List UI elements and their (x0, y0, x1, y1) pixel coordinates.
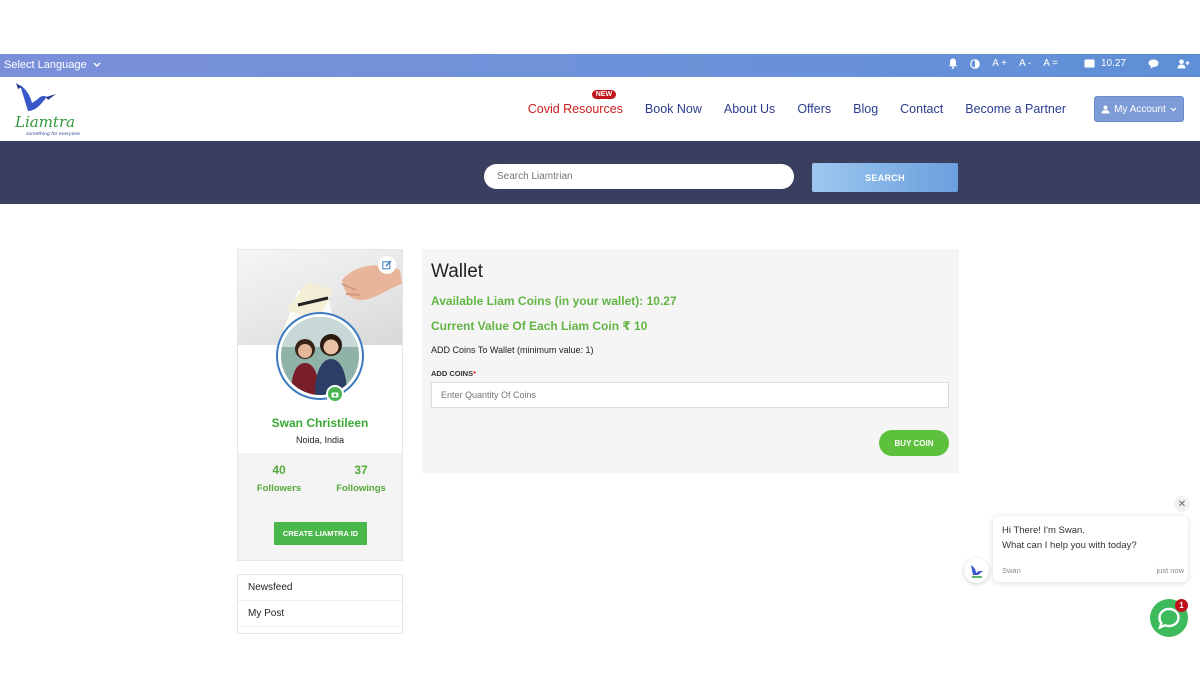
nav-blog[interactable]: Blog (853, 102, 878, 116)
my-account-button[interactable]: My Account (1094, 96, 1184, 122)
profile-card: Swan Christileen Noida, India 40 Followe… (237, 249, 403, 561)
liamtra-logo[interactable]: Liamtra something for everyone (12, 81, 82, 139)
followers-count: 40 (272, 463, 286, 477)
avatar[interactable] (278, 314, 362, 398)
edit-cover-button[interactable] (378, 256, 396, 274)
chat-message-line1: Hi There! I'm Swan. (1002, 525, 1085, 536)
nav-offers[interactable]: Offers (797, 102, 831, 116)
chevron-down-icon (93, 62, 101, 67)
page: Select Language A + A - A = 10.27 Liamtr… (0, 0, 1200, 685)
chat-time: just now (1156, 566, 1184, 575)
my-account-label: My Account (1114, 103, 1166, 115)
language-selector[interactable]: Select Language (4, 59, 101, 71)
followings-label: Followings (336, 483, 386, 494)
logo-tagline: something for everyone (26, 131, 80, 137)
buy-coin-button[interactable]: BUY COIN (879, 430, 949, 456)
user-icon (1101, 105, 1110, 113)
nav-covid-label: Covid Resources (527, 102, 623, 116)
search-button[interactable]: SEARCH (812, 163, 958, 192)
chat-message: Hi There! I'm Swan. What can I help you … (1002, 523, 1137, 553)
nav-become-partner[interactable]: Become a Partner (965, 102, 1066, 116)
chat-icon[interactable] (1148, 59, 1159, 69)
change-photo-button[interactable] (326, 385, 344, 403)
wallet-panel: Wallet Available Liam Coins (in your wal… (422, 249, 959, 473)
chat-popup[interactable]: Hi There! I'm Swan. What can I help you … (993, 516, 1188, 582)
wallet-balance: 10.27 (1100, 58, 1126, 69)
sidebar-item-my-post[interactable]: My Post (238, 601, 402, 627)
followers-label: Followers (256, 483, 302, 494)
add-user-icon[interactable] (1177, 59, 1190, 69)
wallet-indicator[interactable]: 10.27 (1084, 58, 1126, 69)
followings-stat[interactable]: 37 Followings (320, 454, 402, 504)
bird-logo-icon (970, 564, 983, 578)
add-coins-label-text: ADD COINS (431, 369, 474, 378)
search-band: SEARCH (0, 141, 1200, 204)
contrast-icon[interactable] (970, 58, 981, 69)
chat-bot-avatar (964, 558, 989, 583)
nav-about-us[interactable]: About Us (724, 102, 775, 116)
chat-sender: Swan (1002, 566, 1021, 575)
nav-menu: Covid Resources NEW Book Now About Us Of… (527, 90, 1066, 116)
language-label: Select Language (4, 59, 87, 71)
nav-contact[interactable]: Contact (900, 102, 943, 116)
coin-quantity-input[interactable] (431, 382, 949, 408)
followings-count: 37 (354, 463, 368, 477)
font-decrease-button[interactable]: A - (1019, 58, 1031, 69)
sidebar-item-newsfeed[interactable]: Newsfeed (238, 575, 402, 601)
create-liamtra-id-button[interactable]: CREATE LIAMTRA ID (274, 522, 367, 545)
profile-stats: 40 Followers 37 Followings (238, 454, 402, 504)
camera-icon (331, 392, 339, 397)
edit-icon (382, 260, 392, 270)
wallet-icon (1084, 59, 1095, 68)
logo-text: Liamtra (14, 113, 75, 131)
nav-covid-resources[interactable]: Covid Resources NEW (527, 90, 623, 116)
nav-book-now[interactable]: Book Now (645, 102, 702, 116)
side-links: Newsfeed My Post (237, 574, 403, 634)
coin-value-text: Current Value Of Each Liam Coin ₹ 10 (431, 319, 648, 333)
chat-message-line2: What can I help you with today? (1002, 540, 1137, 551)
wallet-title: Wallet (431, 261, 484, 282)
add-coins-note: ADD Coins To Wallet (minimum value: 1) (431, 345, 594, 355)
font-increase-button[interactable]: A + (992, 58, 1007, 69)
profile-name: Swan Christileen (271, 416, 369, 430)
chevron-down-icon (1170, 107, 1177, 111)
required-mark: * (473, 369, 477, 378)
font-reset-button[interactable]: A = (1043, 58, 1058, 69)
search-input[interactable] (484, 164, 794, 189)
topbar-tools: A + A - A = 10.27 (948, 58, 1190, 69)
main-navbar: Liamtra something for everyone Covid Res… (0, 77, 1200, 141)
bell-icon[interactable] (948, 58, 958, 69)
followers-stat[interactable]: 40 Followers (238, 454, 320, 504)
available-coins-text: Available Liam Coins (in your wallet): 1… (431, 294, 677, 308)
new-badge: NEW (591, 90, 617, 99)
add-coins-label: ADD COINS* (431, 369, 476, 378)
chat-unread-badge: 1 (1175, 599, 1188, 612)
top-utility-bar: Select Language A + A - A = 10.27 (0, 54, 1200, 77)
chat-close-button[interactable]: ✕ (1174, 496, 1190, 512)
profile-location: Noida, India (295, 435, 345, 445)
